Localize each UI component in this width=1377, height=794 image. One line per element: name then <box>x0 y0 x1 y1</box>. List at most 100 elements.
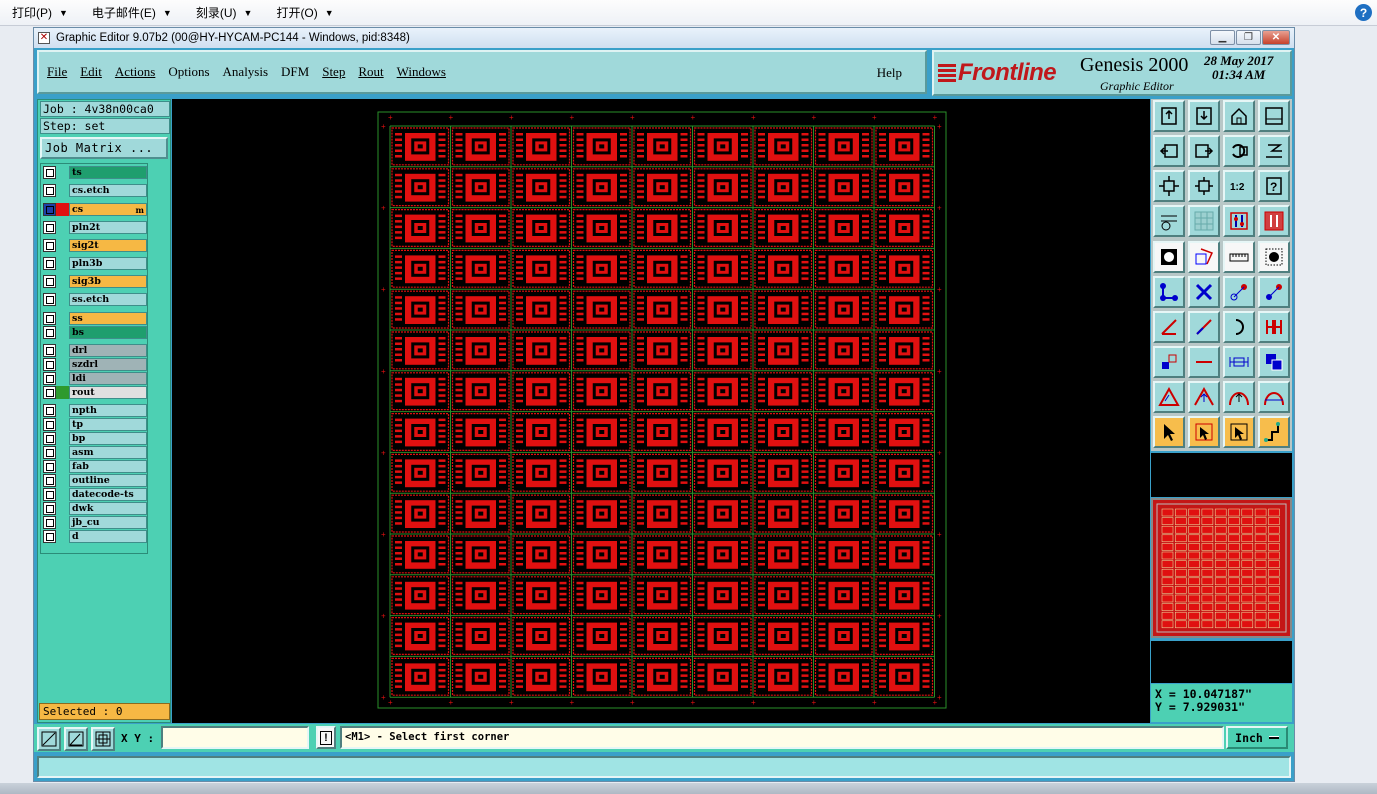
cross-button[interactable] <box>1188 276 1220 308</box>
layer-checkbox[interactable] <box>43 166 56 179</box>
line-node2-button[interactable] <box>1258 276 1290 308</box>
window-button[interactable] <box>1258 100 1290 132</box>
layer-align-button[interactable] <box>1223 205 1255 237</box>
menu-analysis[interactable]: Analysis <box>223 64 269 80</box>
layer-name[interactable]: d <box>69 530 147 543</box>
pointer-rotate-button[interactable] <box>1223 416 1255 448</box>
arch-arrow-button[interactable] <box>1258 381 1290 413</box>
net-select-button[interactable] <box>1153 276 1185 308</box>
layer-checkbox[interactable] <box>43 418 56 431</box>
layer-row-ss[interactable]: ss <box>43 312 147 325</box>
measure-button[interactable] <box>37 727 61 751</box>
arch-button[interactable] <box>1223 381 1255 413</box>
layer-checkbox[interactable] <box>43 203 56 216</box>
layer-row-cs[interactable]: cs m <box>43 203 147 216</box>
layer-checkbox[interactable] <box>43 312 56 325</box>
dimension-button[interactable] <box>1223 346 1255 378</box>
layer-row-drl[interactable]: drl <box>43 344 147 357</box>
layer-checkbox[interactable] <box>43 184 56 197</box>
restore-button[interactable]: ❐ <box>1236 30 1261 45</box>
layer-row-tp[interactable]: tp <box>43 418 147 431</box>
layer-row-bp[interactable]: bp <box>43 432 147 445</box>
line-button[interactable] <box>1188 346 1220 378</box>
route-button[interactable] <box>1258 416 1290 448</box>
minimize-button[interactable]: ▁ <box>1210 30 1235 45</box>
triangle-button[interactable] <box>1153 381 1185 413</box>
layer-row-ldi[interactable]: ldi <box>43 372 147 385</box>
layer-name[interactable]: ss.etch <box>69 293 147 306</box>
layer-name[interactable]: datecode-ts <box>69 488 147 501</box>
help-query-button[interactable]: ? <box>1258 170 1290 202</box>
dotted-pad-button[interactable] <box>1258 241 1290 273</box>
zoom-fit-button[interactable] <box>1153 170 1185 202</box>
question-circle-icon[interactable]: ? <box>1355 4 1372 21</box>
layer-name[interactable]: ldi <box>69 372 147 385</box>
layer-name[interactable]: asm <box>69 446 147 459</box>
layer-row-bs[interactable]: bs <box>43 326 147 339</box>
layer-row-ss.etch[interactable]: ss.etch <box>43 293 147 306</box>
scale-1-2-button[interactable]: 1:2 <box>1223 170 1255 202</box>
triangle-arrow-button[interactable] <box>1188 381 1220 413</box>
layer-row-outline[interactable]: outline <box>43 474 147 487</box>
menu-options[interactable]: Options <box>168 64 209 80</box>
window-titlebar[interactable]: ✕ Graphic Editor 9.07b2 (00@HY-HYCAM-PC1… <box>34 28 1294 48</box>
scale-button[interactable] <box>1258 135 1290 167</box>
menu-windows[interactable]: Windows <box>397 64 446 80</box>
layer-checkbox[interactable] <box>43 474 56 487</box>
layer-name[interactable]: tp <box>69 418 147 431</box>
layer-name[interactable]: fab <box>69 460 147 473</box>
alert-button[interactable]: ! <box>316 726 336 749</box>
layer-name[interactable]: ss <box>69 312 147 325</box>
slash-button[interactable] <box>1188 311 1220 343</box>
open-step-button[interactable] <box>1188 100 1220 132</box>
layer-row-npth[interactable]: npth <box>43 404 147 417</box>
layer-name[interactable]: bs <box>69 326 147 339</box>
pointer-box-button[interactable] <box>1188 416 1220 448</box>
layer-row-d[interactable]: d <box>43 530 147 543</box>
menu-dfm[interactable]: DFM <box>281 64 309 80</box>
layer-name[interactable]: ts <box>69 166 147 179</box>
host-menu-email[interactable]: 电子邮件(E) ▼ <box>80 0 184 26</box>
select-pad-button[interactable] <box>1153 241 1185 273</box>
layer-name[interactable]: npth <box>69 404 147 417</box>
panel-thumbnail[interactable] <box>1151 498 1292 638</box>
layer-name[interactable]: cs.etch <box>69 184 147 197</box>
layer-row-pln2t[interactable]: pln2t <box>43 221 147 234</box>
layer-name[interactable]: drl <box>69 344 147 357</box>
arc-button[interactable] <box>1223 311 1255 343</box>
layer-row-asm[interactable]: asm <box>43 446 147 459</box>
open-job-button[interactable] <box>1153 100 1185 132</box>
menu-help[interactable]: Help <box>877 65 902 81</box>
snap-grid-button[interactable] <box>91 727 115 751</box>
pad-move-button[interactable] <box>1153 346 1185 378</box>
layer-checkbox[interactable] <box>43 344 56 357</box>
job-matrix-button[interactable]: Job Matrix ... <box>40 137 168 159</box>
layer-checkbox[interactable] <box>43 293 56 306</box>
layer-name[interactable]: sig2t <box>69 239 147 252</box>
angle-button[interactable] <box>1153 311 1185 343</box>
layer-checkbox[interactable] <box>43 239 56 252</box>
layer-row-jb_cu[interactable]: jb_cu <box>43 516 147 529</box>
layer-checkbox[interactable] <box>43 386 56 399</box>
split-button[interactable] <box>1258 311 1290 343</box>
layer-checkbox[interactable] <box>43 488 56 501</box>
layer-name[interactable]: outline <box>69 474 147 487</box>
zoom-back-button[interactable] <box>1153 135 1185 167</box>
unit-selector[interactable]: Inch <box>1226 726 1288 749</box>
layer-checkbox[interactable] <box>43 502 56 515</box>
zoom-forward-button[interactable] <box>1188 135 1220 167</box>
grid-button[interactable] <box>1188 205 1220 237</box>
properties-button[interactable] <box>1153 205 1185 237</box>
layer-row-pln3b[interactable]: pln3b <box>43 257 147 270</box>
layer-row-sig2t[interactable]: sig2t <box>43 239 147 252</box>
host-menu-burn[interactable]: 刻录(U) ▼ <box>184 0 265 26</box>
layer-checkbox[interactable] <box>43 358 56 371</box>
layer-row-dwk[interactable]: dwk <box>43 502 147 515</box>
menu-file[interactable]: File <box>47 64 67 80</box>
layer-row-datecode-ts[interactable]: datecode-ts <box>43 488 147 501</box>
layer-align-red-button[interactable] <box>1258 205 1290 237</box>
copy-button[interactable] <box>1258 346 1290 378</box>
line-node-button[interactable] <box>1223 276 1255 308</box>
host-menu-print[interactable]: 打印(P) ▼ <box>0 0 80 26</box>
layer-checkbox[interactable] <box>43 372 56 385</box>
